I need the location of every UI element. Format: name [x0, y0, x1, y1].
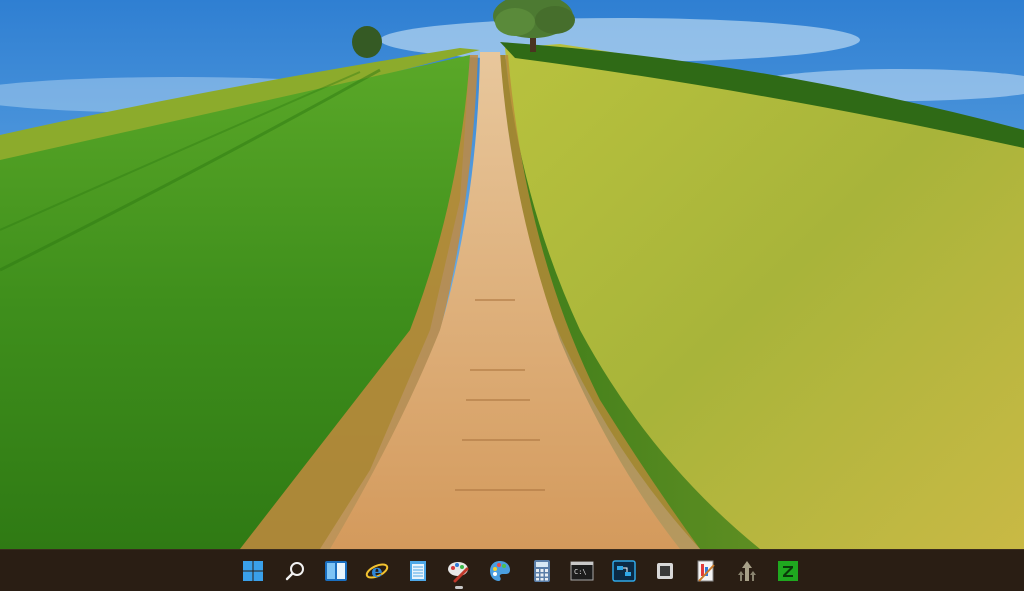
paint-brush-icon — [448, 562, 469, 583]
arrows-tool-icon — [738, 561, 756, 581]
wallpaper-image — [0, 0, 1024, 549]
z-app-icon — [778, 561, 798, 581]
internet-explorer-button[interactable]: e — [362, 556, 392, 586]
internet-explorer-icon: e — [365, 561, 389, 582]
resource-editor-button[interactable] — [691, 556, 721, 586]
command-prompt-icon: C:\ — [570, 561, 594, 581]
paint-palette-button[interactable] — [485, 556, 515, 586]
app-window-button[interactable] — [650, 556, 680, 586]
notepad-button[interactable] — [403, 556, 433, 586]
start-button[interactable] — [238, 556, 268, 586]
notepad-icon — [410, 561, 426, 581]
widgets-button[interactable] — [321, 556, 351, 586]
app-window-icon — [657, 563, 673, 579]
arrows-tool-button[interactable] — [732, 556, 762, 586]
search-button[interactable] — [280, 556, 310, 586]
calculator-icon — [534, 560, 550, 582]
windows-start-icon — [243, 561, 263, 581]
svg-text:C:\: C:\ — [574, 568, 587, 576]
taskbar: e C:\ — [0, 549, 1024, 591]
remote-desktop-icon — [612, 560, 636, 582]
svg-text:e: e — [371, 561, 382, 582]
desktop-wallpaper — [0, 0, 1024, 549]
paint-app-button[interactable] — [444, 556, 474, 589]
tree-left — [352, 26, 382, 58]
calculator-button[interactable] — [527, 556, 557, 586]
remote-desktop-button[interactable] — [609, 556, 639, 586]
paint-palette-icon — [490, 561, 510, 581]
z-app-button[interactable] — [773, 556, 803, 586]
search-icon — [285, 562, 304, 581]
widgets-icon — [325, 561, 347, 581]
resource-editor-icon — [697, 560, 715, 582]
command-prompt-button[interactable]: C:\ — [567, 556, 597, 586]
